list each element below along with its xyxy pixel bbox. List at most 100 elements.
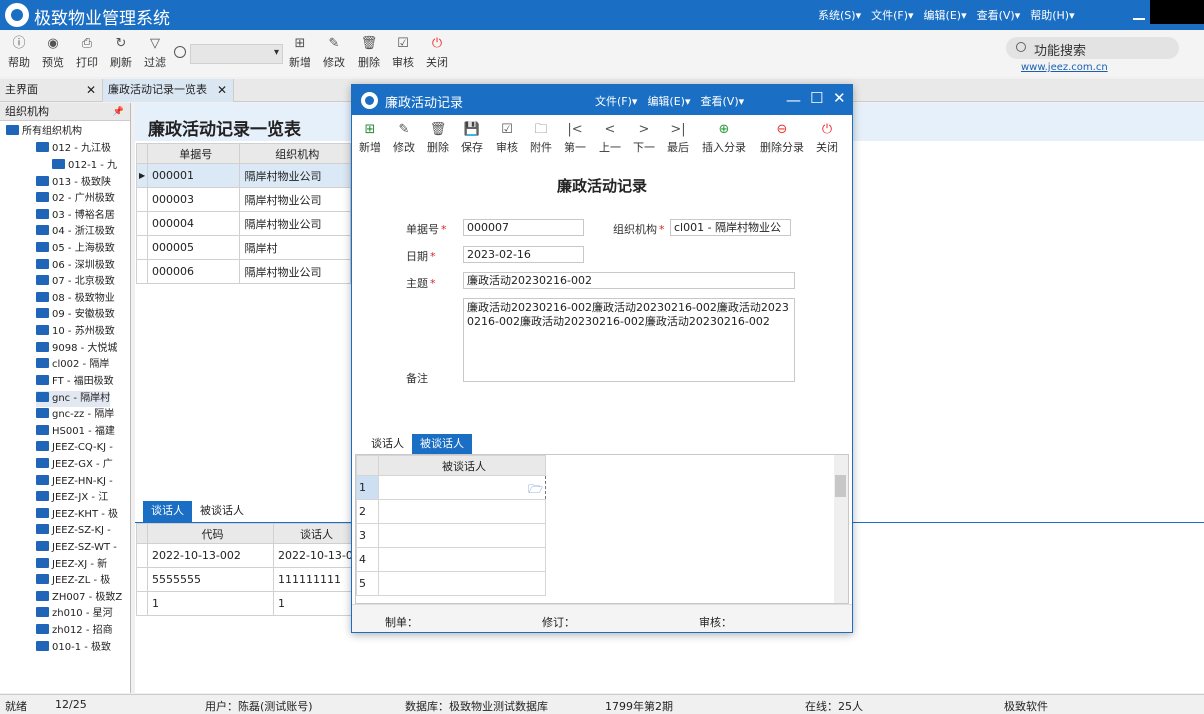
- cell[interactable]: 隔岸村物业公司: [239, 187, 351, 212]
- tree-item-selected[interactable]: gnc - 隔岸村: [36, 391, 111, 407]
- tree-item[interactable]: 9098 - 大悦城: [36, 341, 117, 357]
- menu-edit[interactable]: 编辑(E)▾: [924, 7, 967, 23]
- function-search-input[interactable]: 功能搜索: [1006, 37, 1179, 59]
- tree-item[interactable]: 013 - 极致陕: [36, 175, 111, 191]
- refresh-button[interactable]: ↻ 刷新: [104, 36, 138, 70]
- talkee-cell[interactable]: [378, 571, 546, 596]
- menu-file[interactable]: 文件(F)▾: [595, 93, 637, 109]
- cell[interactable]: 2022-10-13-002: [147, 543, 274, 568]
- tree-item[interactable]: 012-1 - 九: [52, 158, 117, 174]
- tab-home[interactable]: 主界面 ✕: [0, 79, 103, 102]
- table-row[interactable]: 2022-10-13-002 2022-10-13-0: [136, 543, 356, 568]
- first-button[interactable]: |< 第一: [558, 122, 592, 155]
- tree-item[interactable]: 07 - 北京极致: [36, 274, 115, 290]
- tree-item[interactable]: JEEZ-GX - 广: [36, 457, 113, 473]
- prev-button[interactable]: < 上一: [593, 122, 627, 155]
- cell[interactable]: 000003: [147, 187, 241, 212]
- talkee-cell[interactable]: [378, 547, 546, 572]
- tree-item[interactable]: JEEZ-ZL - 极: [36, 573, 110, 589]
- tree-item-root[interactable]: 所有组织机构: [6, 124, 82, 140]
- edit-button[interactable]: ✎ 修改: [387, 122, 421, 155]
- tree-item[interactable]: FT - 福田极致: [36, 374, 114, 390]
- delete-button[interactable]: 🗑 删除: [352, 36, 386, 70]
- print-button[interactable]: ⎙ 打印: [70, 36, 104, 70]
- cell[interactable]: 1: [147, 591, 274, 616]
- tree-item[interactable]: JEEZ-XJ - 新: [36, 557, 107, 573]
- cell[interactable]: 1: [273, 591, 356, 616]
- cell[interactable]: 111111111: [273, 567, 356, 592]
- tree-item[interactable]: JEEZ-JX - 江: [36, 490, 108, 506]
- talkee-cell[interactable]: 🗁: [378, 475, 546, 500]
- help-button[interactable]: ⓘ 帮助: [2, 36, 36, 70]
- tab-talker[interactable]: 谈话人: [143, 501, 192, 522]
- cell[interactable]: 隔岸村物业公司: [239, 211, 351, 236]
- cell[interactable]: 000001: [147, 163, 241, 188]
- tree-item[interactable]: JEEZ-SZ-KJ -: [36, 523, 111, 539]
- cell[interactable]: 2022-10-13-0: [273, 543, 356, 568]
- cell[interactable]: 隔岸村: [239, 235, 351, 260]
- menu-system[interactable]: 系统(S)▾: [818, 7, 861, 23]
- folder-open-icon[interactable]: 🗁: [528, 480, 543, 499]
- talkee-cell[interactable]: [378, 499, 546, 524]
- save-button[interactable]: 💾 保存: [455, 122, 489, 155]
- column-header[interactable]: 谈话人: [273, 523, 356, 544]
- column-header[interactable]: 代码: [147, 523, 274, 544]
- last-button[interactable]: >| 最后: [661, 122, 695, 155]
- delete-button[interactable]: 🗑 删除: [421, 122, 455, 155]
- close-icon[interactable]: ✕: [86, 79, 96, 101]
- tree-item[interactable]: 010-1 - 极致: [36, 640, 111, 656]
- tree-item[interactable]: JEEZ-SZ-WT -: [36, 540, 117, 556]
- org-field[interactable]: cl001 - 隔岸村物业公: [670, 219, 791, 236]
- tree-item[interactable]: 06 - 深圳极致: [36, 258, 115, 274]
- tab-talkee[interactable]: 被谈话人: [412, 434, 472, 455]
- remark-field[interactable]: 廉政活动20230216-002廉政活动20230216-002廉政活动2023…: [463, 298, 795, 382]
- tree-item[interactable]: 08 - 极致物业: [36, 291, 115, 307]
- delete-entry-button[interactable]: ⊖ 删除分录: [754, 122, 810, 155]
- tree-item[interactable]: ZH007 - 极致Z: [36, 590, 122, 606]
- tree-item[interactable]: zh012 - 招商: [36, 623, 113, 639]
- tree-item[interactable]: 04 - 浙江极致: [36, 224, 115, 240]
- cell[interactable]: 000004: [147, 211, 241, 236]
- cell[interactable]: 5555555: [147, 567, 274, 592]
- audit-button[interactable]: ☑ 审核: [386, 36, 420, 70]
- attachment-button[interactable]: 🗀 附件: [524, 122, 558, 155]
- insert-entry-button[interactable]: ⊕ 插入分录: [696, 122, 752, 155]
- tree-item[interactable]: 03 - 博裕名居: [36, 208, 115, 224]
- tab-talker[interactable]: 谈话人: [363, 434, 412, 455]
- edit-button[interactable]: ✎ 修改: [317, 36, 351, 70]
- tab-talkee[interactable]: 被谈话人: [192, 501, 252, 522]
- table-row[interactable]: 000006 隔岸村物业公司: [135, 259, 351, 284]
- audit-button[interactable]: ☑ 审核: [490, 122, 524, 155]
- tab-list[interactable]: 廉政活动记录一览表 ✕: [103, 79, 234, 102]
- pin-icon[interactable]: 📌: [113, 103, 124, 121]
- talkee-cell[interactable]: [378, 523, 546, 548]
- table-row[interactable]: 1 1: [136, 591, 356, 616]
- column-header[interactable]: 单据号: [147, 143, 241, 164]
- cell[interactable]: 000005: [147, 235, 241, 260]
- tree-item[interactable]: JEEZ-KHT - 极: [36, 507, 118, 523]
- menu-help[interactable]: 帮助(H)▾: [1030, 7, 1074, 23]
- tree-item[interactable]: 05 - 上海极致: [36, 241, 115, 257]
- table-row[interactable]: 1 🗁: [356, 475, 546, 500]
- tree-item[interactable]: 012 - 九江极: [36, 141, 111, 157]
- tree-item[interactable]: zh010 - 星河: [36, 606, 113, 622]
- scroll-thumb[interactable]: [835, 475, 846, 497]
- tree-item[interactable]: 02 - 广州极致: [36, 191, 115, 207]
- tree-item[interactable]: gnc-zz - 隔岸: [36, 407, 114, 423]
- cell[interactable]: 隔岸村物业公司: [239, 163, 351, 188]
- tree-item[interactable]: JEEZ-HN-KJ -: [36, 474, 113, 490]
- tree-item[interactable]: HS001 - 福建: [36, 424, 115, 440]
- close-button[interactable]: ⏻ 关闭: [420, 36, 454, 70]
- cell[interactable]: 隔岸村物业公司: [239, 259, 351, 284]
- tree-item[interactable]: 10 - 苏州极致: [36, 324, 115, 340]
- minimize-icon[interactable]: —: [786, 91, 801, 109]
- table-row[interactable]: 000005 隔岸村: [135, 235, 351, 260]
- close-button[interactable]: ⏻ 关闭: [810, 122, 844, 155]
- site-link[interactable]: www.jeez.com.cn: [1021, 62, 1108, 73]
- column-header[interactable]: 被谈话人: [378, 455, 546, 476]
- tree-item[interactable]: cl002 - 隔岸: [36, 357, 109, 373]
- next-button[interactable]: > 下一: [627, 122, 661, 155]
- menu-view[interactable]: 查看(V)▾: [977, 7, 1021, 23]
- search-combo[interactable]: [190, 44, 283, 64]
- menu-view[interactable]: 查看(V)▾: [701, 93, 745, 109]
